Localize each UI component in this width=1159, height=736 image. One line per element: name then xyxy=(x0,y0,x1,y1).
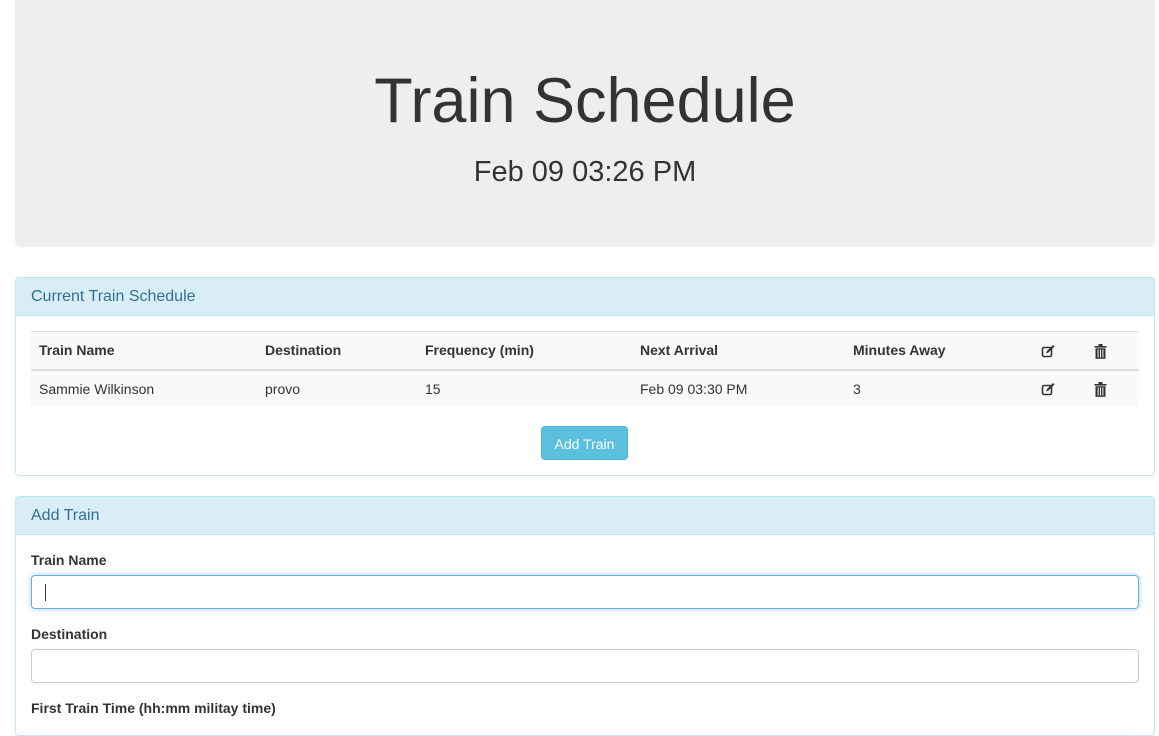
cell-minutes-away: 3 xyxy=(845,369,1033,407)
add-train-panel: Add Train Train Name Destination First T… xyxy=(15,496,1155,736)
column-header-delete[interactable] xyxy=(1086,331,1139,371)
edit-icon[interactable] xyxy=(1041,344,1055,359)
column-header-train-name: Train Name xyxy=(31,331,257,371)
schedule-panel: Current Train Schedule Train Name Destin… xyxy=(15,277,1155,476)
column-header-minutes-away: Minutes Away xyxy=(845,331,1033,371)
cell-frequency: 15 xyxy=(417,369,632,407)
cell-train-name: Sammie Wilkinson xyxy=(31,369,257,407)
trash-icon[interactable] xyxy=(1094,343,1108,359)
train-name-label: Train Name xyxy=(31,552,107,568)
row-edit-cell[interactable] xyxy=(1033,369,1086,407)
column-header-next-arrival: Next Arrival xyxy=(632,331,845,371)
destination-input[interactable] xyxy=(31,649,1139,683)
column-header-frequency: Frequency (min) xyxy=(417,331,632,371)
add-train-panel-heading: Add Train xyxy=(16,497,1154,535)
table-header-row: Train Name Destination Frequency (min) N… xyxy=(31,331,1139,371)
text-caret xyxy=(45,584,46,601)
page-title: Train Schedule xyxy=(374,66,796,136)
table-row: Sammie Wilkinson provo 15 Feb 09 03:30 P… xyxy=(31,369,1139,407)
schedule-panel-heading: Current Train Schedule xyxy=(16,278,1154,316)
add-train-button[interactable]: Add Train xyxy=(541,426,628,460)
cell-destination: provo xyxy=(257,369,417,407)
schedule-table: Train Name Destination Frequency (min) N… xyxy=(31,331,1139,407)
column-header-edit[interactable] xyxy=(1033,331,1086,371)
row-delete-cell[interactable] xyxy=(1086,369,1139,407)
edit-icon[interactable] xyxy=(1041,382,1055,397)
first-train-time-label: First Train Time (hh:mm militay time) xyxy=(31,700,276,716)
cell-next-arrival: Feb 09 03:30 PM xyxy=(632,369,845,407)
header-jumbotron: Train Schedule Feb 09 03:26 PM xyxy=(15,0,1155,247)
current-time: Feb 09 03:26 PM xyxy=(473,156,697,188)
column-header-destination: Destination xyxy=(257,331,417,371)
train-name-input[interactable] xyxy=(31,575,1139,609)
destination-label: Destination xyxy=(31,626,108,642)
trash-icon[interactable] xyxy=(1094,381,1108,397)
